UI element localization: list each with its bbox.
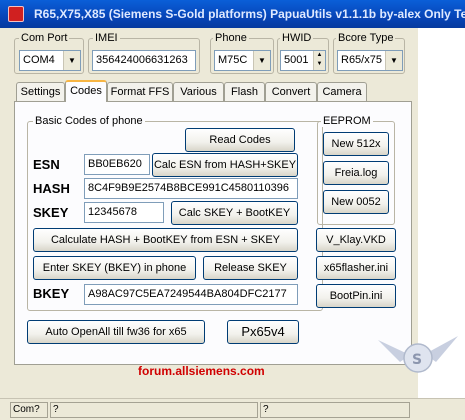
x65flasher-ini-button[interactable]: x65flasher.ini	[316, 256, 396, 280]
enter-skey-button[interactable]: Enter SKEY (BKEY) in phone	[33, 256, 196, 280]
hwid-label: HWID	[280, 32, 314, 44]
title-bar: R65,X75,X85 (Siemens S-Gold platforms) P…	[0, 0, 465, 28]
tab-codes[interactable]: Codes	[65, 80, 107, 102]
status-bar: Com? ? ?	[0, 398, 465, 420]
bcore-group: Bcore Type R65/x75 ▼	[333, 32, 405, 74]
tab-convert[interactable]: Convert	[265, 82, 317, 101]
imei-field[interactable]: 356424006631263	[92, 50, 196, 71]
bkey-field[interactable]: A98AC97C5EA7249544BA804DFC2177	[84, 284, 298, 305]
esn-label: ESN	[33, 157, 60, 172]
skey-label: SKEY	[33, 205, 69, 220]
chevron-down-icon[interactable]: ▼	[385, 51, 402, 70]
app-window: R65,X75,X85 (Siemens S-Gold platforms) P…	[0, 0, 465, 420]
app-icon	[8, 6, 24, 22]
spin-icon[interactable]: ▲ ▼	[313, 51, 325, 70]
hwid-value: 5001	[284, 54, 309, 66]
chevron-down-icon[interactable]: ▼	[63, 51, 80, 70]
status-cell-3: ?	[260, 402, 410, 418]
window-title: R65,X75,X85 (Siemens S-Gold platforms) P…	[34, 7, 465, 21]
hash-field[interactable]: 8C4F9B9E2574B8BCE991C4580110396	[84, 178, 298, 199]
forum-link[interactable]: forum.allsiemens.com	[138, 364, 265, 378]
release-skey-button[interactable]: Release SKEY	[203, 256, 298, 280]
read-codes-button[interactable]: Read Codes	[185, 128, 295, 152]
auto-open-button[interactable]: Auto OpenAll till fw36 for x65	[27, 320, 205, 344]
tab-camera[interactable]: Camera	[317, 82, 367, 101]
imei-label: IMEI	[93, 32, 120, 44]
bcore-select[interactable]: R65/x75 ▼	[337, 50, 403, 71]
eeprom-title: EEPROM	[321, 115, 373, 127]
calc-skey-button[interactable]: Calc SKEY + BootKEY	[171, 201, 298, 225]
status-cell-2: ?	[50, 402, 258, 418]
tab-format-ffs[interactable]: Format FFS	[107, 82, 173, 101]
new-0052-button[interactable]: New 0052	[323, 190, 389, 214]
tab-various[interactable]: Various	[173, 82, 224, 101]
watermark-logo: S	[378, 336, 458, 373]
com-port-label: Com Port	[19, 32, 70, 44]
freia-log-button[interactable]: Freia.log	[323, 161, 389, 185]
imei-group: IMEI 356424006631263	[88, 32, 200, 74]
com-port-value: COM4	[23, 54, 55, 66]
com-port-group: Com Port COM4 ▼	[14, 32, 84, 74]
tab-flash[interactable]: Flash	[224, 82, 265, 101]
bcore-value: R65/x75	[341, 54, 382, 66]
calc-hash-button[interactable]: Calculate HASH + BootKEY from ESN + SKEY	[33, 228, 298, 252]
hash-label: HASH	[33, 181, 70, 196]
klay-vkd-button[interactable]: V_Klay.VKD	[316, 228, 396, 252]
esn-field[interactable]: BB0EB620	[84, 154, 150, 175]
hwid-group: HWID 5001 ▲ ▼	[277, 32, 329, 74]
phone-value: M75C	[218, 54, 248, 66]
bkey-label: BKEY	[33, 286, 70, 301]
basic-codes-title: Basic Codes of phone	[33, 115, 145, 127]
bcore-label: Bcore Type	[336, 32, 396, 44]
skey-field[interactable]: 12345678	[84, 202, 164, 223]
phone-label: Phone	[213, 32, 249, 44]
px65v4-button[interactable]: Px65v4	[227, 320, 299, 344]
svg-text:S: S	[412, 352, 422, 368]
tab-settings[interactable]: Settings	[16, 82, 65, 101]
codes-panel: Basic Codes of phone Read Codes ESN BB0E…	[14, 101, 412, 365]
calc-esn-button[interactable]: Calc ESN from HASH+SKEY	[152, 153, 298, 177]
new-512x-button[interactable]: New 512x	[323, 132, 389, 156]
hwid-field[interactable]: 5001 ▲ ▼	[280, 50, 326, 71]
phone-group: Phone M75C ▼	[210, 32, 274, 74]
com-port-select[interactable]: COM4 ▼	[19, 50, 81, 71]
chevron-down-icon[interactable]: ▼	[253, 51, 270, 70]
status-com: Com?	[10, 402, 48, 418]
phone-select[interactable]: M75C ▼	[214, 50, 271, 71]
